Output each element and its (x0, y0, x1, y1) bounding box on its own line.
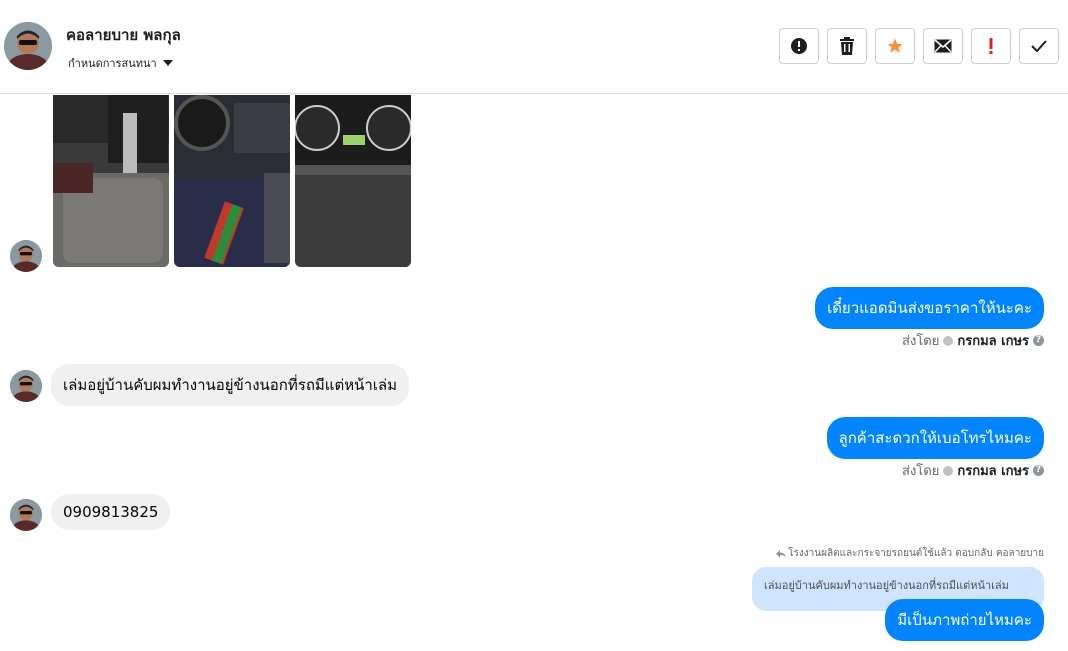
done-button[interactable] (1019, 28, 1059, 64)
help-icon[interactable]: ? (1033, 465, 1044, 476)
sent-by-prefix: ส่งโดย (902, 334, 940, 349)
follow-up-button[interactable] (971, 28, 1011, 64)
star-icon (887, 38, 903, 53)
outgoing-message[interactable]: มีเป็นภาพถ่ายไหมคะ (885, 599, 1044, 641)
envelope-icon (934, 39, 952, 53)
contact-avatar-small[interactable] (10, 240, 42, 272)
help-icon[interactable]: ? (1033, 335, 1044, 346)
conversation-header: คอลายบาย พลกุล กำหนดการสนทนา (0, 0, 1068, 94)
reply-arrow-icon (776, 550, 787, 558)
contact-avatar[interactable] (4, 22, 52, 70)
outgoing-message[interactable]: ลูกค้าสะดวกให้เบอโทรไหมคะ (826, 417, 1044, 459)
contact-avatar-small[interactable] (10, 499, 42, 531)
photo-attachments (53, 95, 411, 267)
alert-circle-icon (791, 38, 807, 54)
contact-name: คอลายบาย พลกุล (66, 26, 181, 44)
conversation-toolbar (779, 28, 1059, 64)
reply-note: โรงงานผลิตและกระจายรถยนต์ใช้แล้ว ตอบกลับ… (776, 546, 1044, 561)
reply-note-text: โรงงานผลิตและกระจายรถยนต์ใช้แล้ว ตอบกลับ… (788, 548, 1044, 559)
sent-by-label: ส่งโดย กรกมล เกษร ? (902, 460, 1044, 481)
exclamation-icon (989, 38, 993, 54)
spam-button[interactable] (779, 28, 819, 64)
attachment-photo[interactable] (295, 95, 411, 267)
agent-name[interactable]: กรกมล เกษร (957, 330, 1029, 351)
assign-label: กำหนดการสนทนา (68, 57, 157, 70)
agent-name[interactable]: กรกมล เกษร (957, 460, 1029, 481)
contact-avatar-small[interactable] (10, 370, 42, 402)
sent-by-prefix: ส่งโดย (902, 464, 940, 479)
verified-icon (943, 465, 954, 476)
attachment-photo[interactable] (174, 95, 290, 267)
trash-icon (840, 37, 854, 55)
message-thread[interactable]: เดี๋ยวแอดมินส่งขอราคาให้นะคะ ส่งโดย กรกม… (0, 95, 1068, 651)
chevron-down-icon (162, 60, 173, 66)
verified-icon (943, 335, 954, 346)
assign-conversation-dropdown[interactable]: กำหนดการสนทนา (68, 54, 173, 72)
delete-button[interactable] (827, 28, 867, 64)
check-icon (1031, 40, 1047, 52)
outgoing-message[interactable]: เดี๋ยวแอดมินส่งขอราคาให้นะคะ (815, 287, 1044, 329)
star-button[interactable] (875, 28, 915, 64)
sent-by-label: ส่งโดย กรกมล เกษร ? (902, 330, 1044, 351)
incoming-message[interactable]: 0909813825 (51, 494, 171, 530)
mark-unread-button[interactable] (923, 28, 963, 64)
incoming-message[interactable]: เล่มอยู่บ้านคับผมทำงานอยู่ข้างนอกที่รถมี… (51, 364, 409, 406)
attachment-photo[interactable] (53, 95, 169, 267)
